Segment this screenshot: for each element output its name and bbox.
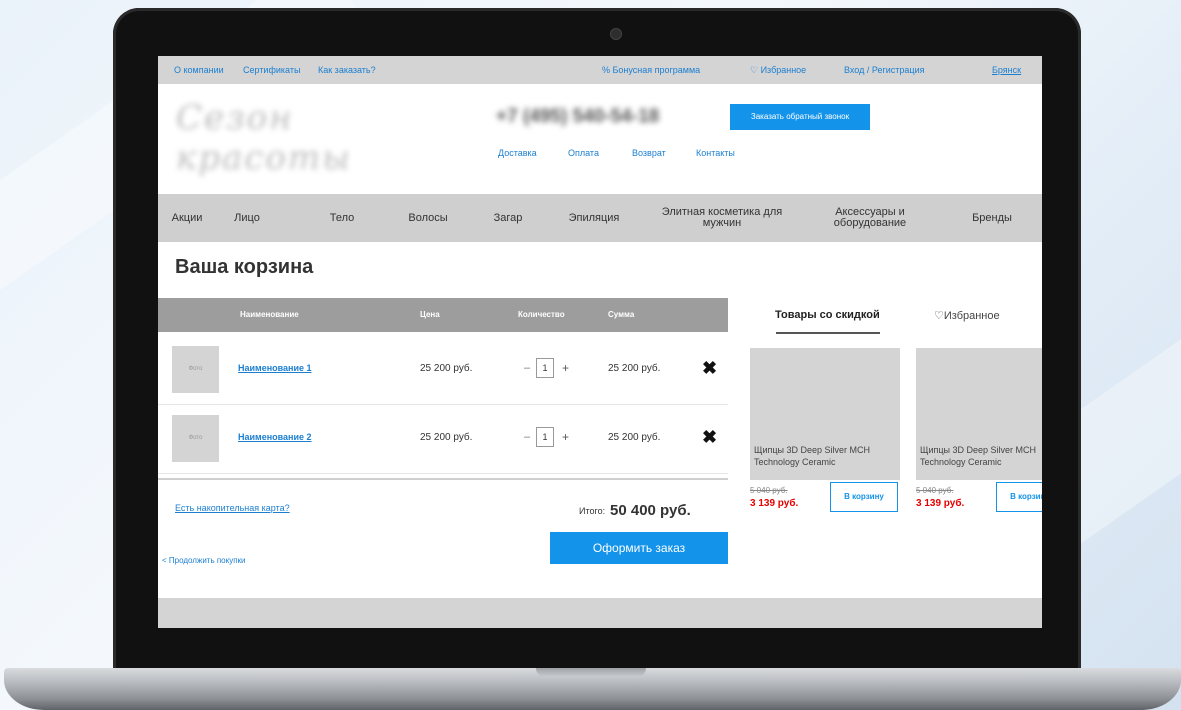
column-name: Наименование xyxy=(240,310,299,319)
remove-item-icon[interactable]: ✖ xyxy=(702,358,717,379)
product-thumbnail[interactable]: Фото xyxy=(172,346,219,393)
category-face[interactable]: Лицо xyxy=(224,194,270,242)
cart-table-header: Наименование Цена Количество Сумма xyxy=(158,298,728,332)
topbar-link-how-to-order[interactable]: Как заказать? xyxy=(318,65,376,75)
footer-band xyxy=(158,598,1042,628)
total-label: Итого: xyxy=(579,506,606,516)
checkout-button[interactable]: Оформить заказ xyxy=(550,532,728,564)
topbar-link-certificates[interactable]: Сертификаты xyxy=(243,65,300,75)
increase-quantity-button[interactable]: + xyxy=(562,430,569,444)
tab-discount-products[interactable]: Товары со скидкой xyxy=(775,309,880,321)
decrease-quantity-button[interactable]: – xyxy=(524,431,530,443)
cart-row: Фото Наименование 1 25 200 руб. – 1 + 25… xyxy=(158,336,728,405)
old-price: 5 040 руб. xyxy=(916,486,954,495)
category-men-cosmetics[interactable]: Элитная косметика для мужчин xyxy=(660,194,784,242)
top-bar: О компании Сертификаты Как заказать? % Б… xyxy=(158,56,1042,84)
product-sum: 25 200 руб. xyxy=(608,363,661,374)
product-name[interactable]: Щипцы 3D Deep Silver MCH Technology Cera… xyxy=(754,444,898,468)
topbar-link-about[interactable]: О компании xyxy=(174,65,224,75)
phone-number: +7 (495) 540-54-18 xyxy=(496,106,660,127)
city-selector[interactable]: Брянск xyxy=(992,65,1021,75)
page-title: Ваша корзина xyxy=(175,256,314,278)
increase-quantity-button[interactable]: + xyxy=(562,361,569,375)
product-price: 25 200 руб. xyxy=(420,363,473,374)
product-thumbnail[interactable]: Фото xyxy=(172,415,219,462)
decrease-quantity-button[interactable]: – xyxy=(524,362,530,374)
add-to-cart-button[interactable]: В корзину xyxy=(830,482,898,512)
active-tab-underline xyxy=(776,332,880,334)
callback-button[interactable]: Заказать обратный звонок xyxy=(730,104,870,130)
camera-icon xyxy=(610,28,622,40)
product-price: 25 200 руб. xyxy=(420,432,473,443)
subnav-payment[interactable]: Оплата xyxy=(568,148,599,158)
old-price: 5 040 руб. xyxy=(750,486,788,495)
product-name-link[interactable]: Наименование 2 xyxy=(238,432,312,442)
add-to-cart-button[interactable]: В корзину xyxy=(996,482,1042,512)
category-nav: Акции Лицо Тело Волосы Загар Эпиляция Эл… xyxy=(158,194,1042,242)
quantity-input[interactable]: 1 xyxy=(536,358,554,378)
cart-row: Фото Наименование 2 25 200 руб. – 1 + 25… xyxy=(158,405,728,474)
tab-favorites[interactable]: ♡Избранное xyxy=(934,309,1000,322)
category-accessories[interactable]: Аксессуары и оборудование xyxy=(822,194,918,242)
cart-divider xyxy=(158,478,728,480)
product-sum: 25 200 руб. xyxy=(608,432,661,443)
login-link[interactable]: Вход / Регистрация xyxy=(844,65,924,75)
discount-product-card: Щипцы 3D Deep Silver MCH Technology Cera… xyxy=(916,348,1042,528)
category-tan[interactable]: Загар xyxy=(486,194,530,242)
sale-price: 3 139 руб. xyxy=(916,498,965,509)
category-promos[interactable]: Акции xyxy=(162,194,212,242)
site-logo[interactable]: Сезон красоты xyxy=(176,98,406,178)
browser-screen: О компании Сертификаты Как заказать? % Б… xyxy=(158,56,1042,628)
column-quantity: Количество xyxy=(518,310,565,319)
category-epilation[interactable]: Эпиляция xyxy=(562,194,626,242)
product-name-link[interactable]: Наименование 1 xyxy=(238,363,312,373)
category-body[interactable]: Тело xyxy=(322,194,362,242)
favorites-link[interactable]: ♡ Избранное xyxy=(750,65,806,76)
bonus-program-link[interactable]: % Бонусная программа xyxy=(602,65,700,75)
subnav-contacts[interactable]: Контакты xyxy=(696,148,735,158)
discount-product-card: Щипцы 3D Deep Silver MCH Technology Cera… xyxy=(750,348,900,528)
quantity-input[interactable]: 1 xyxy=(536,427,554,447)
laptop-notch xyxy=(536,668,646,677)
column-sum: Сумма xyxy=(608,310,635,319)
continue-shopping-link[interactable]: < Продолжить покупки xyxy=(162,556,246,565)
subnav-delivery[interactable]: Доставка xyxy=(498,148,537,158)
sale-price: 3 139 руб. xyxy=(750,498,799,509)
category-hair[interactable]: Волосы xyxy=(400,194,456,242)
category-brands[interactable]: Бренды xyxy=(962,194,1022,242)
subnav-return[interactable]: Возврат xyxy=(632,148,666,158)
product-name[interactable]: Щипцы 3D Deep Silver MCH Technology Cera… xyxy=(920,444,1042,468)
remove-item-icon[interactable]: ✖ xyxy=(702,427,717,448)
total-value: 50 400 руб. xyxy=(610,502,691,519)
column-price: Цена xyxy=(420,310,440,319)
loyalty-card-link[interactable]: Есть накопительная карта? xyxy=(175,503,290,513)
